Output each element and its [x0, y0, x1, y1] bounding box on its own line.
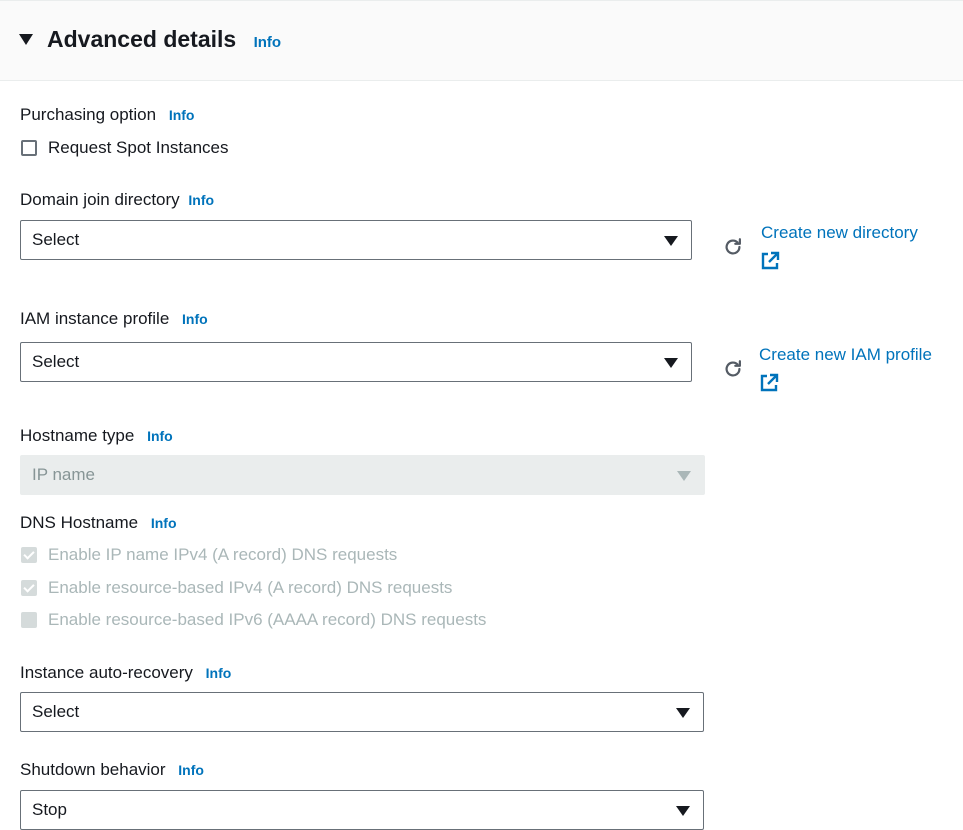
shutdown-behavior-select[interactable]: Stop [20, 790, 704, 830]
info-link[interactable]: Info [254, 34, 282, 51]
dns-ipv6-resource-checkbox [21, 612, 37, 628]
section-title: Advanced details Info [47, 26, 282, 52]
request-spot-checkbox[interactable] [21, 140, 37, 156]
dns-option-label: Enable resource-based IPv4 (A record) DN… [48, 578, 453, 597]
dropdown-arrow-icon [676, 806, 690, 816]
shutdown-behavior-label: Shutdown behavior Info [20, 760, 204, 779]
external-link-icon[interactable] [760, 251, 780, 271]
dns-option-label: Enable IP name IPv4 (A record) DNS reque… [48, 545, 398, 564]
refresh-icon[interactable] [722, 236, 744, 258]
info-link[interactable]: Info [151, 515, 177, 531]
info-link[interactable]: Info [169, 107, 195, 123]
auto-recovery-select[interactable]: Select [20, 692, 704, 732]
advanced-details-header[interactable]: Advanced details Info [0, 0, 963, 81]
info-link[interactable]: Info [178, 762, 204, 778]
info-link[interactable]: Info [188, 192, 214, 208]
purchasing-option-label: Purchasing option Info [20, 105, 195, 124]
hostname-type-label: Hostname type Info [20, 426, 173, 445]
create-new-directory-link[interactable]: Create new directory [761, 223, 918, 243]
dns-option-label: Enable resource-based IPv6 (AAAA record)… [48, 610, 487, 629]
create-new-iam-profile-link[interactable]: Create new IAM profile [759, 345, 932, 365]
dropdown-arrow-icon [676, 708, 690, 718]
domain-join-select[interactable]: Select [20, 220, 692, 260]
external-link-icon[interactable] [759, 373, 779, 393]
info-link[interactable]: Info [206, 665, 232, 681]
dropdown-arrow-icon [664, 358, 678, 368]
dns-hostname-label: DNS Hostname Info [20, 513, 177, 532]
dns-ipv4-resource-checkbox [21, 580, 37, 596]
iam-profile-select[interactable]: Select [20, 342, 692, 382]
domain-join-label: Domain join directory Info [20, 190, 215, 209]
iam-profile-label: IAM instance profile Info [20, 309, 208, 328]
request-spot-label[interactable]: Request Spot Instances [48, 138, 229, 158]
hostname-type-select: IP name [20, 455, 705, 495]
info-link[interactable]: Info [182, 311, 208, 327]
caret-down-icon[interactable] [19, 34, 33, 45]
dns-ipv4-ip-name-checkbox [21, 547, 37, 563]
auto-recovery-label: Instance auto-recovery Info [20, 663, 232, 682]
refresh-icon[interactable] [722, 358, 744, 380]
dropdown-arrow-icon [664, 236, 678, 246]
info-link[interactable]: Info [147, 428, 173, 444]
dropdown-arrow-icon [677, 471, 691, 481]
